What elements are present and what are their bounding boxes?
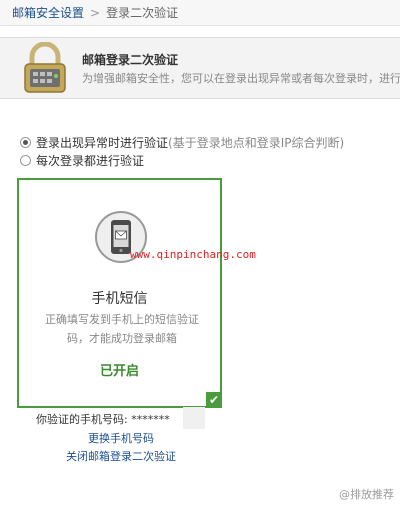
option-abnormal-login-label: 登录出现异常时进行验证 bbox=[36, 136, 169, 150]
change-phone-link[interactable]: 更换手机号码 bbox=[88, 430, 154, 446]
option-abnormal-login[interactable]: 登录出现异常时进行验证 (基于登录地点和登录IP综合判断) bbox=[20, 134, 344, 151]
radio-abnormal-login[interactable] bbox=[20, 137, 31, 148]
radio-every-login[interactable] bbox=[20, 155, 31, 166]
breadcrumb-current: 登录二次验证 bbox=[106, 6, 179, 20]
breadcrumb: 邮箱安全设置 > 登录二次验证 bbox=[0, 0, 400, 26]
watermark-url: www.qinpinchang.com bbox=[130, 248, 256, 261]
option-every-login-label: 每次登录都进行验证 bbox=[36, 154, 145, 168]
sms-verify-card[interactable]: 手机短信 正确填写发到手机上的短信验证码，才能成功登录邮箱 已开启 ✔ bbox=[17, 178, 222, 408]
info-title: 邮箱登录二次验证 bbox=[82, 53, 179, 67]
checkmark-icon: ✔ bbox=[206, 392, 222, 408]
card-status-enabled: 已开启 bbox=[99, 364, 139, 379]
lock-icon bbox=[24, 42, 66, 93]
info-description: 为增强邮箱安全性，您可以在登录出现异常或者每次登录时，进行额 bbox=[82, 72, 400, 85]
option-every-login[interactable]: 每次登录都进行验证 bbox=[20, 152, 144, 169]
info-box: 邮箱登录二次验证 为增强邮箱安全性，您可以在登录出现异常或者每次登录时，进行额 bbox=[0, 37, 400, 99]
breadcrumb-separator: > bbox=[90, 6, 101, 20]
breadcrumb-parent-link[interactable]: 邮箱安全设置 bbox=[12, 6, 84, 20]
card-description: 正确填写发到手机上的短信验证码，才能成功登录邮箱 bbox=[45, 313, 199, 345]
card-title: 手机短信 bbox=[91, 291, 148, 307]
verified-phone-label: 你验证的手机号码: ******* bbox=[36, 413, 170, 426]
close-two-step-link[interactable]: 关闭邮箱登录二次验证 bbox=[66, 448, 176, 464]
masked-phone-placeholder bbox=[183, 407, 205, 429]
brand-watermark: @排放推荐 bbox=[339, 488, 394, 501]
option-abnormal-login-hint: (基于登录地点和登录IP综合判断) bbox=[168, 136, 345, 150]
